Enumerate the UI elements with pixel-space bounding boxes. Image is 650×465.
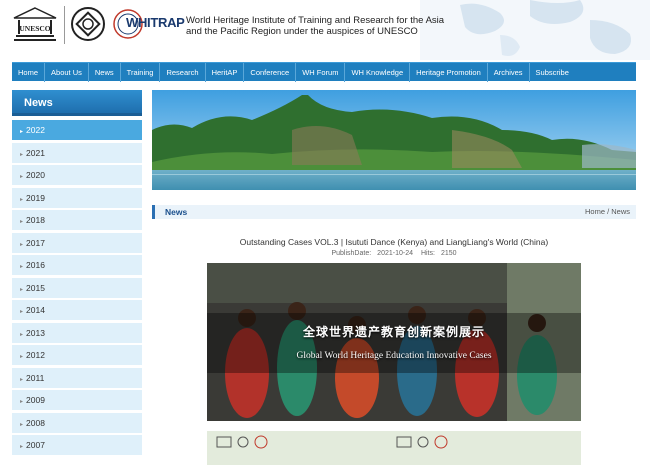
chevron-right-icon: ▸ bbox=[20, 174, 24, 180]
unesco-logo[interactable]: UNESCO bbox=[12, 6, 58, 44]
logo-divider bbox=[64, 6, 65, 44]
chevron-right-icon: ▸ bbox=[20, 354, 24, 360]
sidebar-year-label: 2020 bbox=[26, 170, 45, 180]
chevron-right-icon: ▸ bbox=[20, 399, 24, 405]
sidebar-year-label: 2016 bbox=[26, 260, 45, 270]
sidebar-year-2015[interactable]: ▸ 2015 bbox=[12, 277, 142, 298]
article-meta: PublishDate: 2021-10-24 Hits: 2150 bbox=[152, 250, 636, 257]
sidebar-year-2013[interactable]: ▸ 2013 bbox=[12, 322, 142, 343]
article-second-image bbox=[207, 431, 581, 465]
chevron-right-icon: ▸ bbox=[20, 151, 24, 158]
sidebar-year-label: 2022 bbox=[26, 125, 45, 135]
nav-wh-knowledge[interactable]: WH Knowledge bbox=[345, 62, 411, 82]
dance-photo bbox=[207, 263, 581, 421]
article-feature-image: 全球世界遗产教育创新案例展示 Global World Heritage Edu… bbox=[207, 263, 581, 421]
chevron-right-icon: ▸ bbox=[20, 376, 24, 383]
hits-label: Hits: bbox=[420, 250, 435, 257]
sidebar-year-2016[interactable]: ▸ 2016 bbox=[12, 255, 142, 275]
chevron-right-icon: ▸ bbox=[20, 331, 24, 338]
chevron-right-icon: ▸ bbox=[20, 241, 24, 248]
sidebar-year-label: 2017 bbox=[26, 237, 45, 248]
sidebar-year-label: 2019 bbox=[26, 192, 45, 203]
site-header: UNESCO WHITRAP World Heritage Institute … bbox=[0, 0, 650, 60]
sidebar-year-2007[interactable]: ▸ 2007 bbox=[12, 435, 142, 455]
chevron-right-icon: ▸ bbox=[20, 444, 24, 450]
nav-wh-forum[interactable]: WH Forum bbox=[296, 62, 346, 82]
sidebar-year-2018[interactable]: ▸ 2018 bbox=[12, 210, 142, 230]
nav-heritage-promotion[interactable]: Heritage Promotion bbox=[410, 62, 488, 82]
chevron-right-icon: ▸ bbox=[20, 264, 24, 270]
nav-heritap[interactable]: HeritAP bbox=[206, 62, 245, 82]
chevron-right-icon: ▸ bbox=[20, 129, 24, 135]
nav-subscribe[interactable]: Subscribe bbox=[530, 63, 575, 82]
sidebar-year-2021[interactable]: ▸ 2021 bbox=[12, 142, 142, 163]
sidebar-year-label: 2018 bbox=[26, 215, 45, 225]
world-heritage-emblem-icon[interactable] bbox=[70, 6, 106, 42]
sidebar-year-2014[interactable]: ▸ 2014 bbox=[12, 300, 142, 320]
chevron-right-icon: ▸ bbox=[20, 219, 24, 225]
whitrap-logo-text: WHITRAP bbox=[126, 15, 185, 30]
hits-count: 2150 bbox=[440, 250, 457, 257]
sidebar-year-2012[interactable]: ▸ 2012 bbox=[12, 345, 142, 365]
sidebar-year-2008[interactable]: ▸ 2008 bbox=[12, 412, 142, 433]
sidebar-year-2009[interactable]: ▸ 2009 bbox=[12, 390, 142, 410]
chevron-right-icon: ▸ bbox=[20, 309, 24, 315]
breadcrumb: News Home / News bbox=[152, 205, 636, 219]
sidebar-year-label: 2008 bbox=[26, 417, 45, 428]
nav-about-us[interactable]: About Us bbox=[45, 62, 89, 82]
nav-training[interactable]: Training bbox=[121, 62, 161, 82]
nav-news[interactable]: News bbox=[89, 62, 121, 82]
logo-strip-image bbox=[207, 431, 581, 465]
main-nav: Home About Us News Training Research Her… bbox=[12, 62, 636, 82]
sidebar-year-label: 2009 bbox=[26, 395, 45, 405]
article-title: Outstanding Cases VOL.3 | Isututi Dance … bbox=[239, 237, 549, 247]
chevron-right-icon: ▸ bbox=[20, 421, 24, 428]
news-sidebar: News ▸ 2022 ▸ 2021 ▸ 2020 ▸ 2019 ▸ 2018 ▸ 2017… bbox=[12, 90, 142, 458]
sidebar-year-2011[interactable]: ▸ 2011 bbox=[12, 367, 142, 388]
image-caption-english: Global World Heritage Education Innovati… bbox=[296, 351, 492, 361]
chevron-right-icon: ▸ bbox=[20, 196, 24, 203]
sidebar-year-label: 2014 bbox=[26, 305, 45, 315]
sidebar-year-label: 2021 bbox=[26, 147, 45, 158]
nav-research[interactable]: Research bbox=[160, 62, 206, 82]
sidebar-year-2022[interactable]: ▸ 2022 bbox=[12, 120, 142, 140]
sidebar-year-label: 2011 bbox=[26, 372, 45, 383]
nav-conference[interactable]: Conference bbox=[244, 62, 297, 82]
sidebar-year-label: 2013 bbox=[26, 327, 45, 338]
sidebar-year-2020[interactable]: ▸ 2020 bbox=[12, 165, 142, 185]
sidebar-year-2017[interactable]: ▸ 2017 bbox=[12, 232, 142, 253]
year-list: ▸ 2022 ▸ 2021 ▸ 2020 ▸ 2019 ▸ 2018 ▸ 2017 ▸ 201… bbox=[12, 120, 142, 455]
institute-name: World Heritage Institute of Training and… bbox=[186, 15, 445, 37]
image-caption-chinese: 全球世界遗产教育创新案例展示 bbox=[302, 325, 485, 339]
sidebar-year-label: 2012 bbox=[26, 350, 45, 360]
publish-label: PublishDate: bbox=[331, 250, 372, 257]
section-title: News bbox=[165, 207, 188, 217]
sidebar-year-label: 2015 bbox=[26, 282, 45, 293]
nav-home[interactable]: Home bbox=[12, 62, 46, 82]
unesco-logo-text: UNESCO bbox=[19, 24, 50, 33]
sidebar-year-label: 2007 bbox=[26, 440, 45, 450]
chevron-right-icon: ▸ bbox=[20, 286, 24, 293]
sidebar-year-2019[interactable]: ▸ 2019 bbox=[12, 187, 142, 208]
sidebar-title: News bbox=[12, 90, 142, 116]
breadcrumb-path[interactable]: Home / News bbox=[585, 205, 630, 219]
nav-archives[interactable]: Archives bbox=[488, 62, 530, 82]
main-content: News Home / News Outstanding Cases VOL.3… bbox=[152, 90, 636, 465]
publish-date: 2021-10-24 bbox=[377, 250, 413, 257]
landscape-banner bbox=[152, 90, 636, 190]
